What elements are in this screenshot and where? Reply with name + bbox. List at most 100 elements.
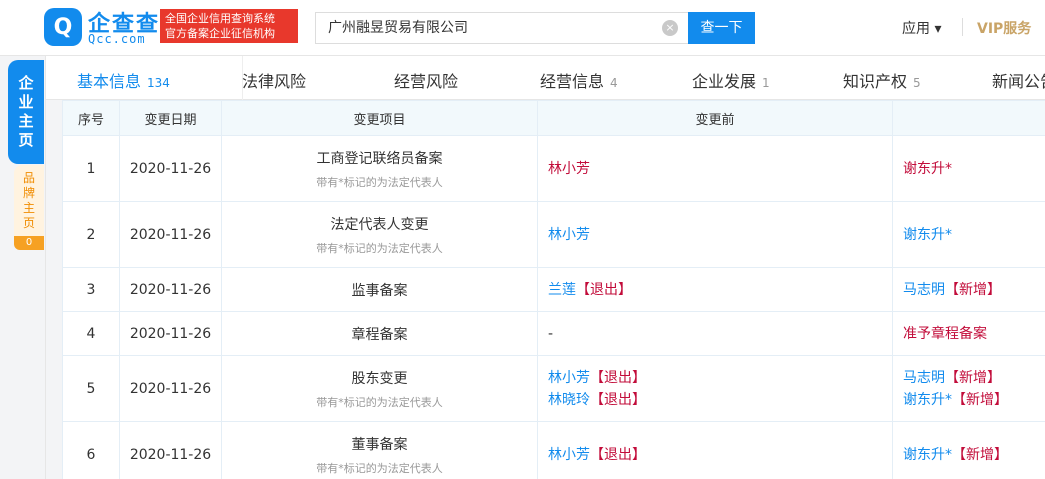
tab-1[interactable]: 法律风险	[242, 68, 306, 92]
change-tag: 【退出】	[590, 446, 646, 463]
side-tab-company-home[interactable]: 企业主页	[8, 60, 44, 164]
person-link[interactable]: 林小芳	[548, 161, 590, 177]
vip-service-link[interactable]: VIP服务	[977, 18, 1031, 38]
badge-line-2: 官方备案企业征信机构	[165, 27, 275, 40]
after-cell: 谢东升*	[892, 135, 1045, 202]
before-cell: 林小芳【退出】 林晓玲【退出】	[537, 355, 893, 422]
table-row: 4 2020-11-26 章程备案 - 准予章程备案	[62, 311, 1045, 356]
change-item-label: 股东变更	[351, 370, 408, 387]
after-cell: 谢东升*	[892, 201, 1045, 268]
after-cell: 谢东升*【新增】	[892, 421, 1045, 479]
side-tab-char: 企	[18, 74, 34, 92]
person-link[interactable]: 谢东升*	[903, 447, 952, 463]
change-date: 2020-11-26	[119, 421, 222, 479]
before-cell: 林小芳	[537, 201, 893, 268]
change-tag: 【退出】	[590, 369, 646, 386]
before-entry: 兰莲【退出】	[548, 279, 892, 301]
tab-4[interactable]: 企业发展 1	[692, 68, 770, 92]
change-item: 监事备案	[221, 267, 538, 312]
row-number: 2	[62, 201, 120, 268]
change-item: 董事备案 带有*标记的为法定代表人	[221, 421, 538, 479]
column-header: 变更日期	[119, 100, 222, 136]
tab-5[interactable]: 知识产权 5	[843, 68, 921, 92]
person-link[interactable]: 林小芳	[548, 370, 590, 386]
qcc-logo-icon[interactable]: Q	[44, 8, 82, 46]
side-tab-char: 牌	[22, 186, 35, 200]
column-header: 变更前	[537, 100, 893, 136]
after-entry: 马志明【新增】	[903, 279, 1045, 301]
change-tag: 【新增】	[952, 446, 1008, 463]
person-link[interactable]: 林晓玲	[548, 392, 590, 408]
tab-label: 基本信息	[77, 72, 142, 91]
side-tab-char: 页	[22, 216, 35, 230]
apps-menu[interactable]: 应用 ▾	[902, 18, 941, 38]
person-link[interactable]: 兰莲	[548, 282, 576, 298]
side-tab-char: 品	[22, 171, 35, 185]
change-item-label: 监事备案	[351, 282, 408, 299]
tab-count: 5	[913, 76, 921, 90]
tab-0[interactable]: 基本信息 134	[77, 68, 170, 92]
after-entry: 谢东升*【新增】	[903, 389, 1045, 411]
legal-rep-note: 带有*标记的为法定代表人	[316, 461, 443, 475]
top-bar: Q 企查查 Qcc.com 全国企业信用查询系统 官方备案企业征信机构 广州融昱…	[0, 0, 1045, 56]
tab-label: 知识产权	[843, 72, 908, 91]
change-date: 2020-11-26	[119, 355, 222, 422]
column-header: 序号	[62, 100, 120, 136]
before-entry: 林小芳【退出】	[548, 367, 892, 389]
before-entry: 林晓玲【退出】	[548, 389, 892, 411]
person-link[interactable]: 谢东升*	[903, 227, 952, 243]
tab-count: 1	[762, 76, 770, 90]
legal-rep-note: 带有*标记的为法定代表人	[316, 395, 443, 409]
table-row: 3 2020-11-26 监事备案 兰莲【退出】 马志明【新增】	[62, 267, 1045, 312]
search-input[interactable]: 广州融昱贸易有限公司	[315, 12, 688, 44]
tab-6[interactable]: 新闻公告	[992, 68, 1045, 92]
row-number: 5	[62, 355, 120, 422]
row-number: 6	[62, 421, 120, 479]
before-entry: 林小芳	[548, 224, 892, 246]
tab-2[interactable]: 经营风险	[394, 68, 458, 92]
after-entry: 谢东升*	[903, 158, 1045, 180]
table-row: 6 2020-11-26 董事备案 带有*标记的为法定代表人 林小芳【退出】 谢东升*【新…	[62, 421, 1045, 479]
person-link[interactable]: 林小芳	[548, 447, 590, 463]
before-cell: 林小芳	[537, 135, 893, 202]
tab-label: 新闻公告	[992, 72, 1045, 91]
person-link[interactable]: 马志明	[903, 370, 945, 386]
after-cell: 准予章程备案	[892, 311, 1045, 356]
section-tabs: 基本信息 134 法律风险 经营风险 经营信息 4 企业发展 1 知识产权 5 新闻公告	[46, 56, 1045, 100]
table-header-row: 序号 变更日期 变更项目 变更前	[62, 100, 1045, 136]
header-divider	[962, 18, 963, 36]
change-date: 2020-11-26	[119, 201, 222, 268]
before-entry: 林小芳	[548, 158, 892, 180]
tab-label: 经营风险	[394, 72, 459, 91]
table-row: 2 2020-11-26 法定代表人变更 带有*标记的为法定代表人 林小芳 谢东升*	[62, 201, 1045, 268]
clear-icon[interactable]: ×	[662, 20, 678, 36]
person-link[interactable]: 谢东升*	[903, 392, 952, 408]
change-tag: 【新增】	[952, 391, 1008, 408]
entry-text: -	[548, 325, 554, 342]
tab-3[interactable]: 经营信息 4	[540, 68, 618, 92]
tab-count: 134	[147, 76, 170, 90]
change-item-label: 工商登记联络员备案	[316, 150, 443, 167]
brand-count-badge: 0	[14, 236, 44, 250]
search-button[interactable]: 查一下	[688, 12, 755, 44]
person-link[interactable]: 谢东升*	[903, 161, 952, 177]
after-entry: 准予章程备案	[903, 323, 1045, 345]
side-tab-char: 业	[18, 93, 34, 111]
tab-count: 4	[610, 76, 618, 90]
person-link[interactable]: 林小芳	[548, 227, 590, 243]
change-tag: 【退出】	[576, 281, 632, 298]
row-number: 4	[62, 311, 120, 356]
tab-label: 法律风险	[242, 72, 307, 91]
tab-label: 企业发展	[692, 72, 757, 91]
before-entry: 林小芳【退出】	[548, 444, 892, 466]
entry-text: 准予章程备案	[903, 325, 987, 342]
change-tag: 【新增】	[945, 281, 1001, 298]
side-tab-char: 主	[18, 112, 34, 130]
before-cell: 林小芳【退出】	[537, 421, 893, 479]
change-item-label: 法定代表人变更	[330, 216, 429, 233]
change-item: 章程备案	[221, 311, 538, 356]
person-link[interactable]: 马志明	[903, 282, 945, 298]
after-cell: 马志明【新增】	[892, 267, 1045, 312]
side-tab-char: 主	[22, 201, 35, 215]
before-cell: 兰莲【退出】	[537, 267, 893, 312]
